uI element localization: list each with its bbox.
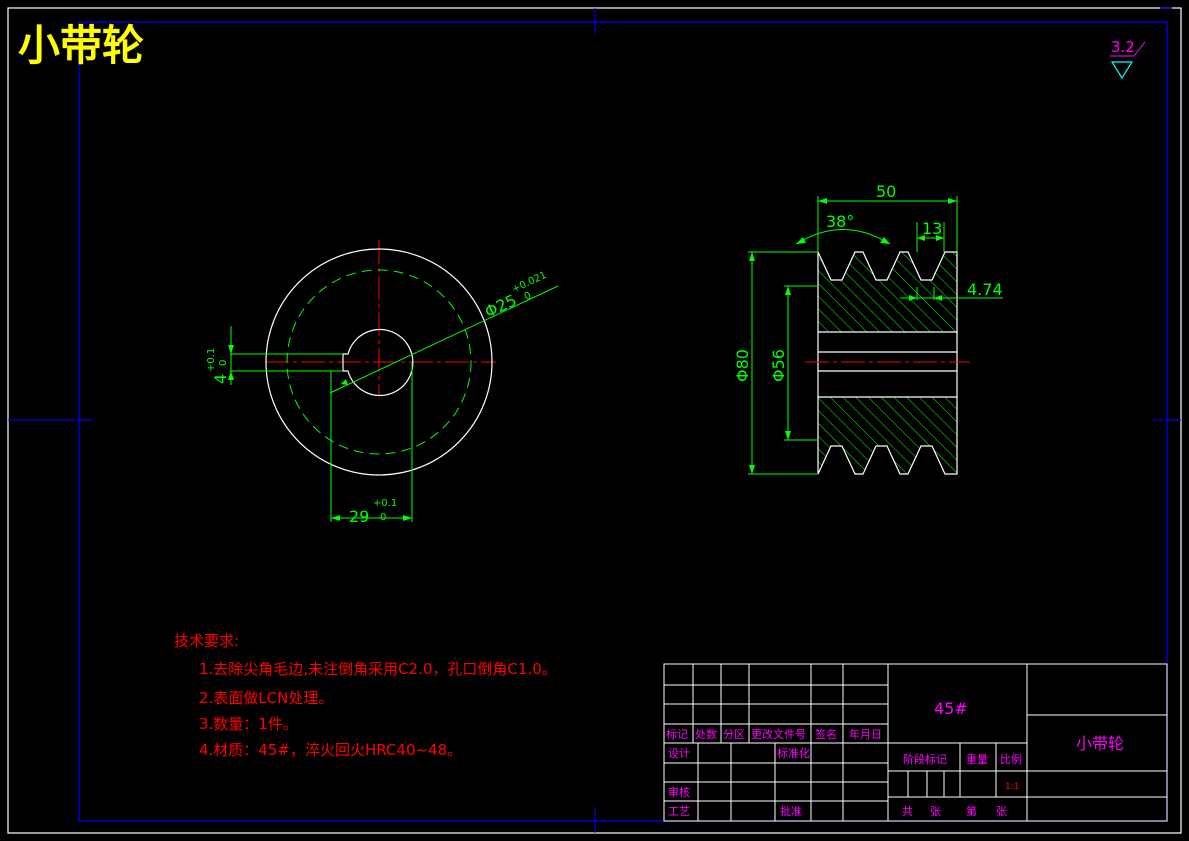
hub-tol-upper: +0.1	[373, 498, 397, 509]
note-item: 3.数量：1件。	[199, 715, 298, 733]
approve-label: 批准	[780, 804, 802, 818]
groove-angle-text: 38°	[826, 212, 854, 231]
design-label: 设计	[668, 747, 690, 760]
weight-label: 重量	[966, 752, 988, 766]
hub-tol-lower: 0	[380, 512, 386, 523]
part-name-text: 小带轮	[1076, 734, 1124, 753]
header-label: 分区	[723, 728, 745, 741]
material-text: 45#	[934, 699, 968, 718]
header-label: 标记	[666, 727, 688, 741]
hub-width-dim: 29 +0.1 0	[349, 498, 397, 526]
stage-label: 阶段标记	[903, 752, 947, 766]
title-block-text: 45# 小带轮 标记 处数 分区 更改文件号 签名 年月日 设计 标准化 审核 …	[666, 699, 1124, 818]
sheet-frame	[7, 7, 1182, 834]
key-tol-lower: 0	[218, 360, 229, 366]
note-item: 2.表面做LCN处理。	[199, 689, 333, 707]
bore-tol-upper: +0.021	[510, 270, 548, 296]
header-label: 年月日	[849, 727, 882, 741]
bore-tol-lower: 0	[523, 290, 533, 303]
groove-pitch-text: 13	[922, 219, 942, 238]
front-view	[228, 240, 559, 522]
header-label: 处数	[695, 728, 717, 741]
sheets-label: 张	[930, 805, 941, 818]
total-label: 共	[902, 805, 913, 818]
header-label: 签名	[815, 727, 837, 741]
roughness-value: 3.2	[1111, 38, 1135, 56]
note-item: 1.去除尖角毛边,未注倒角采用C2.0，孔口倒角C1.0。	[199, 660, 557, 678]
inner-dia-text: Φ56	[769, 349, 788, 382]
key-tol-upper: +0.1	[206, 348, 217, 372]
scale-value: 1:1	[1005, 782, 1019, 792]
scale-label: 比例	[1000, 752, 1022, 766]
key-depth-dim: 4 +0.1 0	[206, 348, 230, 384]
sheet-no-label: 第	[966, 804, 977, 818]
outer-dia-text: Φ80	[733, 349, 752, 382]
hub-width-text: 29	[349, 507, 369, 526]
check-label: 审核	[668, 785, 690, 799]
header-label: 更改文件号	[751, 727, 806, 741]
drawing-title: 小带轮	[18, 21, 144, 70]
sheets-label: 张	[996, 805, 1007, 818]
drawing-sheet: 小带轮 3.2 Φ25 +0.021 0 4 +0.1 0 29 +0.1 0 …	[7, 7, 1182, 834]
notes-heading: 技术要求:	[174, 632, 239, 650]
note-item: 4.材质：45#，淬火回火HRC40~48。	[199, 741, 462, 759]
standard-label: 标准化	[777, 746, 810, 760]
bore-diameter-dim: Φ25 +0.021 0	[482, 270, 549, 322]
roughness-symbol: 3.2	[1110, 38, 1146, 80]
groove-depth-text: 4.74	[967, 280, 1003, 299]
key-depth-text: 4	[211, 374, 230, 384]
section-view	[748, 196, 1003, 475]
technical-notes: 技术要求: 1.去除尖角毛边,未注倒角采用C2.0，孔口倒角C1.0。 2.表面…	[174, 632, 557, 759]
width-dim-text: 50	[876, 182, 896, 201]
process-label: 工艺	[668, 805, 690, 818]
